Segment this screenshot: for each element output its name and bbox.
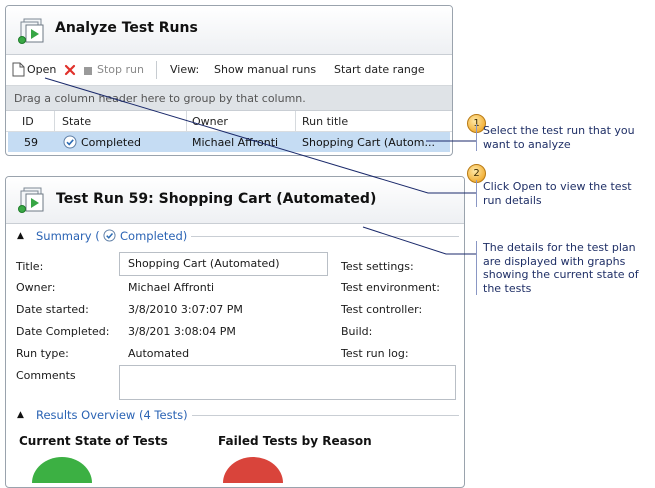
callout-leader-lines — [44, 77, 476, 255]
callout-text-1: Select the test run that you want to ana… — [476, 124, 651, 151]
callout-text-2: Click Open to view the test run details — [476, 180, 643, 207]
leader-line-3 — [362, 226, 476, 255]
leader-line-2 — [44, 77, 476, 194]
callout-text-3: The details for the test plan are displa… — [476, 241, 651, 295]
